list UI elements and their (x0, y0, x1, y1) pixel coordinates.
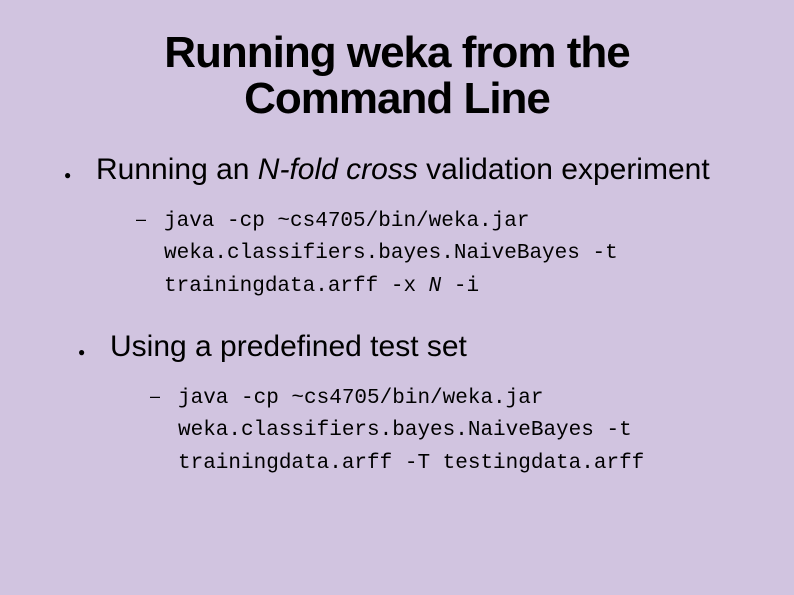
slide-title: Running weka from the Command Line (60, 30, 734, 122)
slide: Running weka from the Command Line Runni… (0, 0, 794, 595)
code2-line1: java -cp ~cs4705/bin/weka.jar (178, 387, 543, 410)
code1-line2: weka.classifiers.bayes.NaiveBayes -t (164, 242, 618, 265)
bullet-1-text: Running an N-fold cross validation exper… (96, 153, 710, 186)
bullet-1-pre: Running an (96, 153, 258, 186)
sub-list-1: java -cp ~cs4705/bin/weka.jar weka.class… (136, 206, 734, 304)
code2-line2: weka.classifiers.bayes.NaiveBayes -t (178, 419, 632, 442)
bullet-item-2: Using a predefined test set java -cp ~cs… (74, 329, 734, 480)
bullet-item-1: Running an N-fold cross validation exper… (60, 152, 734, 303)
code1-line3-n: N (429, 275, 442, 298)
bullet-1-post: validation experiment (426, 153, 710, 186)
code-block-2: java -cp ~cs4705/bin/weka.jar weka.class… (150, 383, 734, 481)
code2-line3: trainingdata.arff -T testingdata.arff (178, 452, 644, 475)
sub-list-2: java -cp ~cs4705/bin/weka.jar weka.class… (150, 383, 734, 481)
code1-line1: java -cp ~cs4705/bin/weka.jar (164, 210, 529, 233)
bullet-list: Running an N-fold cross validation exper… (60, 152, 734, 480)
code-block-1: java -cp ~cs4705/bin/weka.jar weka.class… (136, 206, 734, 304)
bullet-2-text: Using a predefined test set (110, 330, 467, 363)
title-line-2: Command Line (244, 74, 550, 123)
bullet-1-italic: N-fold cross (258, 153, 426, 186)
code1-line3b: -i (441, 275, 479, 298)
title-line-1: Running weka from the (164, 28, 629, 77)
code1-line3a: trainingdata.arff -x (164, 275, 429, 298)
